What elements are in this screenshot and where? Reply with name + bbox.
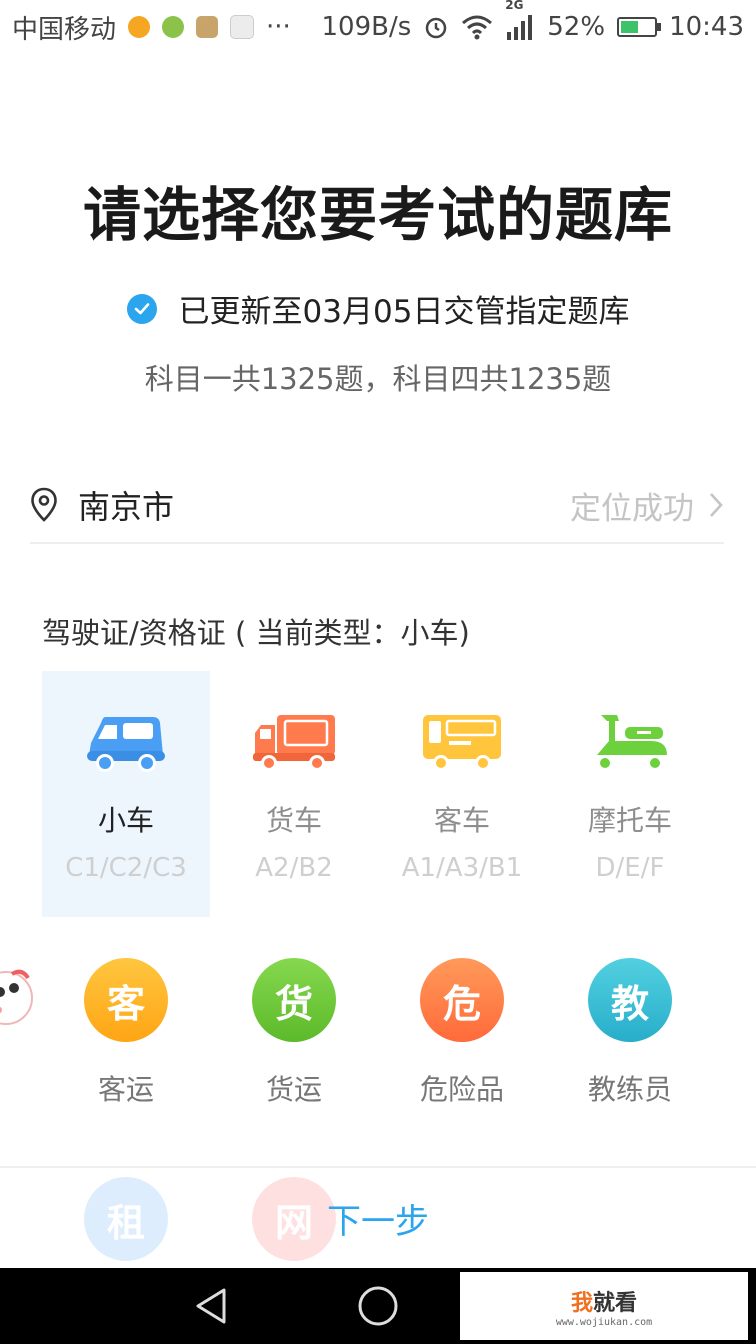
update-info: 已更新至03月05日交管指定题库	[0, 286, 756, 331]
network-type: 2G	[505, 0, 524, 12]
vehicle-code: A2/B2	[255, 853, 333, 883]
qualification-option[interactable]: 客 客运	[42, 958, 210, 1108]
page-title: 请选择您要考试的题库	[82, 181, 673, 249]
vehicle-name: 摩托车	[587, 804, 672, 837]
vehicle-name: 小车	[97, 804, 154, 837]
battery-percent: 52%	[547, 12, 606, 42]
mascot-icon	[0, 969, 33, 1025]
vehicle-option-motorcycle[interactable]: 摩托车 D/E/F	[546, 671, 714, 917]
battery-fill	[621, 21, 638, 33]
vehicle-option-bus[interactable]: 客车 A1/A3/B1	[378, 671, 546, 917]
qualification-badge: 危	[420, 958, 504, 1042]
city-name: 南京市	[78, 488, 175, 526]
bus-icon	[423, 715, 501, 771]
location-pin-icon	[31, 487, 57, 522]
health-app-icon	[196, 16, 219, 38]
app-notification-icon	[162, 16, 185, 38]
location-status: 定位成功	[570, 483, 724, 528]
status-bar: 中国移动 ··· 109B/s 2G 52% 10:43	[0, 0, 756, 54]
qualification-badge: 货	[252, 958, 336, 1042]
vehicle-code: D/E/F	[595, 853, 665, 883]
qualification-option[interactable]: 货 货运	[210, 958, 378, 1108]
home-icon[interactable]	[356, 1284, 400, 1328]
qualification-badge: 教	[588, 958, 672, 1042]
signal-bars-icon	[507, 15, 533, 40]
qualification-grid: 客 客运 货 货运 危 危险品 教 教练员	[42, 958, 714, 1108]
qualification-name: 教练员	[587, 1073, 672, 1106]
vehicle-name: 客车	[433, 804, 490, 837]
car-icon	[87, 717, 165, 772]
vehicle-option-car[interactable]: 小车 C1/C2/C3	[42, 671, 210, 917]
alarm-icon	[426, 17, 447, 39]
qualification-name: 危险品	[419, 1073, 504, 1106]
status-left: 中国移动 ···	[12, 9, 291, 46]
license-type-label: 驾驶证/资格证 ( 当前类型：小车)	[42, 616, 470, 650]
status-right: 109B/s 2G 52% 10:43	[321, 0, 744, 42]
vehicle-type-grid: 小车 C1/C2/C3 货车 A2/B2 客车 A1/A3/B1 摩托车 D/E…	[42, 671, 714, 917]
carrier-label: 中国移动	[12, 14, 117, 45]
more-notifications-icon: ···	[266, 12, 291, 42]
location-status-text: 定位成功	[570, 490, 694, 527]
bottom-divider	[0, 1166, 756, 1168]
location-row[interactable]: 南京市 定位成功	[30, 468, 724, 544]
vehicle-code: C1/C2/C3	[65, 853, 187, 883]
clock: 10:43	[669, 12, 744, 42]
signal-icon: 2G	[505, 0, 535, 40]
qualification-name: 客运	[97, 1073, 154, 1106]
watermark-url: www.wojiukan.com	[555, 1316, 653, 1328]
truck-icon	[253, 715, 335, 771]
calendar-app-icon	[230, 15, 255, 39]
watermark-logo: 我就看 www.wojiukan.com	[460, 1272, 748, 1340]
motorcycle-icon	[597, 715, 667, 771]
update-text: 已更新至03月05日交管指定题库	[178, 294, 630, 330]
question-count: 科目一共1325题，科目四共1235题	[144, 362, 612, 396]
battery-icon	[617, 17, 662, 37]
next-step-button[interactable]: 下一步	[0, 1194, 756, 1243]
check-icon	[126, 293, 157, 324]
chevron-right-icon	[710, 493, 723, 517]
watermark-title: 我就看	[570, 1290, 638, 1316]
network-speed: 109B/s	[321, 12, 412, 42]
qualification-name: 货运	[265, 1073, 322, 1106]
vehicle-option-truck[interactable]: 货车 A2/B2	[210, 671, 378, 917]
wifi-icon	[462, 15, 493, 40]
vehicle-code: A1/A3/B1	[401, 853, 523, 883]
app-notification-icon	[128, 16, 151, 38]
qualification-badge: 客	[84, 958, 168, 1042]
back-icon[interactable]	[190, 1284, 234, 1328]
qualification-option[interactable]: 危 危险品	[378, 958, 546, 1108]
vehicle-name: 货车	[265, 804, 322, 837]
qualification-option[interactable]: 教 教练员	[546, 958, 714, 1108]
